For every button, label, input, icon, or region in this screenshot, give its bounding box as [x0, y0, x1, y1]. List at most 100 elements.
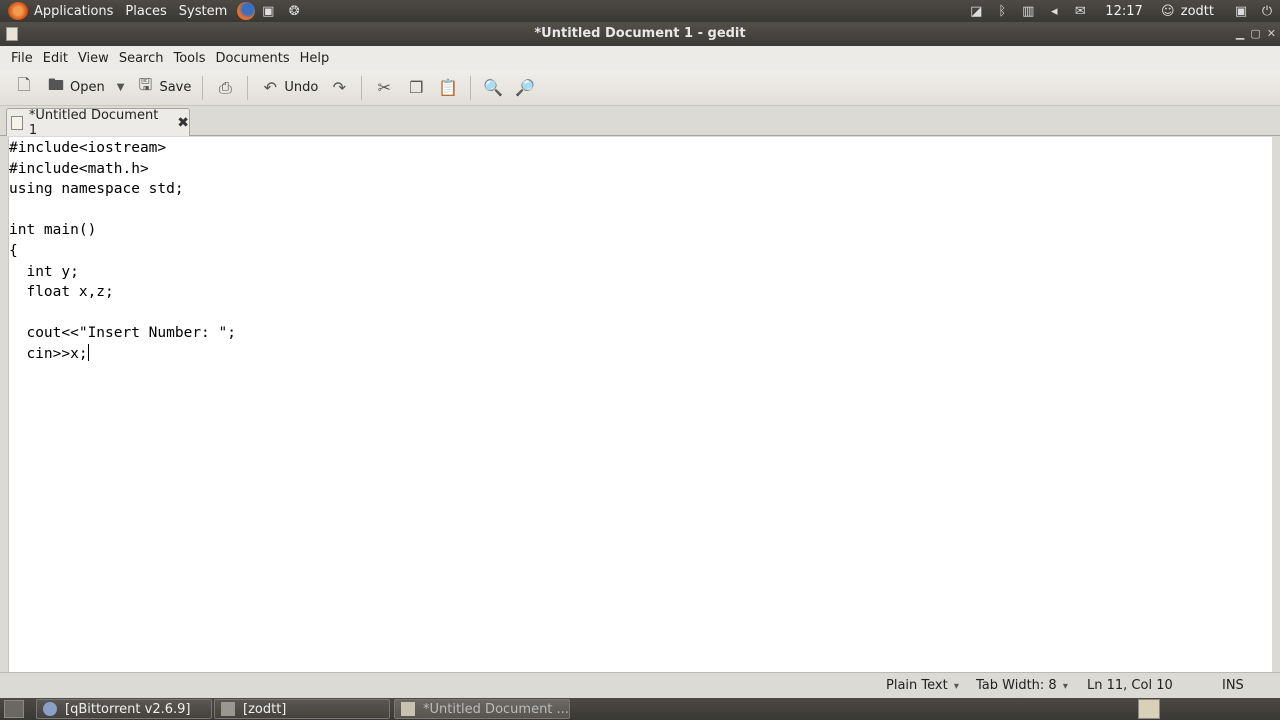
gedit-icon — [401, 702, 415, 716]
mail-icon[interactable]: ✉ — [1070, 2, 1090, 20]
notes-icon[interactable]: ◪ — [966, 2, 986, 20]
user-name[interactable]: zodtt — [1181, 4, 1214, 19]
help-icon[interactable]: ❂ — [284, 2, 304, 20]
find-replace-icon: 🔎 — [515, 78, 536, 97]
toolbar-separator — [202, 75, 204, 100]
undo-label: Undo — [284, 80, 319, 95]
search-icon: 🔍 — [483, 78, 504, 97]
code-line: cout<<"Insert Number: "; — [9, 325, 236, 342]
toolbar: 🗋 🖿 Open ▼ 🖫 Save ⎙ ↶ Undo ↷ ✂ ❐ 📋 🔍 🔎 — [0, 70, 1280, 106]
show-desktop-icon[interactable] — [4, 700, 24, 718]
code-line: float x,z; — [9, 284, 114, 301]
copy-icon: ❐ — [409, 78, 424, 97]
network-icon[interactable]: ▥ — [1018, 2, 1038, 20]
insert-mode: INS — [1222, 678, 1244, 693]
system-menu[interactable]: System — [173, 4, 233, 19]
taskbar-label: [zodtt] — [243, 701, 287, 717]
code-line: using namespace std; — [9, 181, 184, 198]
save-button[interactable]: 🖫 Save — [129, 74, 196, 102]
tab-untitled-document-1[interactable]: *Untitled Document 1 ✖ — [6, 107, 190, 138]
close-tab-icon[interactable]: ✖ — [177, 115, 189, 131]
chevron-down-icon: ▼ — [116, 82, 125, 93]
language-selector[interactable]: Plain Text ▾ — [886, 678, 959, 693]
open-folder-icon: 🖿 — [47, 75, 64, 94]
ubuntu-logo-icon[interactable] — [8, 2, 28, 20]
cursor-position: Ln 11, Col 10 — [1087, 678, 1173, 693]
mail-launcher-icon[interactable]: ▣ — [258, 2, 278, 20]
cut-icon: ✂ — [377, 78, 392, 97]
firefox-icon[interactable] — [237, 2, 256, 20]
code-line: cin>>x; — [9, 345, 88, 362]
menu-edit[interactable]: Edit — [38, 51, 73, 66]
save-icon: 🖫 — [138, 75, 153, 94]
taskbar-label: *Untitled Document ... — [423, 701, 569, 717]
bottom-panel: [qBittorrent v2.6.9] [zodtt] *Untitled D… — [0, 698, 1280, 720]
qbittorrent-icon — [43, 702, 57, 716]
workspace-switcher-icon[interactable] — [1138, 699, 1160, 719]
toolbar-separator — [361, 75, 363, 100]
places-menu[interactable]: Places — [119, 4, 172, 19]
text-cursor — [87, 343, 89, 361]
undo-icon: ↶ — [263, 78, 278, 97]
folder-icon — [221, 702, 235, 716]
tab-width-selector[interactable]: Tab Width: 8 ▾ — [976, 678, 1068, 693]
menu-documents[interactable]: Documents — [211, 51, 295, 66]
tab-label: *Untitled Document 1 — [28, 107, 159, 138]
paste-button[interactable]: 📋 — [432, 74, 464, 102]
power-icon[interactable]: ⏻ — [1257, 2, 1277, 20]
maximize-icon[interactable]: ▢ — [1250, 22, 1260, 46]
new-button[interactable]: 🗋 — [8, 74, 40, 102]
taskbar-item-zodtt[interactable]: [zodtt] — [214, 699, 390, 719]
new-document-icon: 🗋 — [17, 75, 31, 94]
minimize-icon[interactable]: ▁ — [1236, 22, 1244, 46]
print-icon: ⎙ — [218, 77, 232, 97]
redo-icon: ↷ — [332, 78, 347, 97]
menu-file[interactable]: File — [6, 51, 38, 66]
chevron-down-icon: ▾ — [953, 681, 959, 692]
statusbar: Plain Text ▾ Tab Width: 8 ▾ Ln 11, Col 1… — [0, 672, 1280, 698]
taskbar-item-gedit[interactable]: *Untitled Document ... — [394, 699, 570, 719]
print-button[interactable]: ⎙ — [209, 74, 241, 102]
taskbar-item-qbittorrent[interactable]: [qBittorrent v2.6.9] — [36, 699, 212, 719]
code-line: #include<math.h> — [9, 160, 149, 177]
session-icon[interactable]: ▣ — [1231, 2, 1251, 20]
bluetooth-icon[interactable]: ᛒ — [992, 2, 1012, 20]
menu-search[interactable]: Search — [114, 51, 169, 66]
chevron-down-icon: ▾ — [1062, 681, 1068, 692]
volume-icon[interactable]: ◂ — [1044, 2, 1064, 20]
code-line: int main() — [9, 222, 97, 239]
save-label: Save — [159, 80, 192, 95]
document-icon — [11, 115, 23, 130]
code-area[interactable]: #include<iostream> #include<math.h> using … — [9, 137, 1272, 365]
menu-view[interactable]: View — [73, 51, 114, 66]
undo-button[interactable]: ↶ Undo — [254, 74, 323, 102]
window-icon — [6, 27, 18, 41]
clock[interactable]: 12:17 — [1105, 4, 1142, 19]
window-titlebar[interactable]: *Untitled Document 1 - gedit ▁ ▢ ✕ — [0, 22, 1280, 46]
user-icon[interactable]: ☺ — [1158, 2, 1178, 20]
replace-button[interactable]: 🔎 — [509, 74, 541, 102]
menubar: File Edit View Search Tools Documents He… — [0, 46, 1280, 70]
open-button[interactable]: 🖿 Open — [40, 74, 110, 102]
system-tray: ◪ ᛒ ▥ ◂ ✉ 12:17 ☺ zodtt ▣ ⏻ — [963, 0, 1280, 22]
find-button[interactable]: 🔍 — [477, 74, 509, 102]
cut-button[interactable]: ✂ — [368, 74, 400, 102]
copy-button[interactable]: ❐ — [400, 74, 432, 102]
top-panel: Applications Places System ▣ ❂ ◪ ᛒ ▥ ◂ ✉… — [0, 0, 1280, 22]
applications-menu[interactable]: Applications — [28, 4, 119, 19]
code-line: int y; — [9, 263, 79, 280]
menu-tools[interactable]: Tools — [168, 51, 210, 66]
redo-button[interactable]: ↷ — [323, 74, 355, 102]
close-window-icon[interactable]: ✕ — [1267, 22, 1276, 46]
open-label: Open — [70, 80, 105, 95]
code-line: #include<iostream> — [9, 140, 167, 156]
toolbar-separator — [470, 75, 472, 100]
code-line: { — [9, 242, 18, 259]
tab-width-label: Tab Width: 8 — [976, 678, 1057, 693]
open-recent-dropdown[interactable]: ▼ — [110, 74, 130, 102]
language-label: Plain Text — [886, 678, 948, 693]
text-editor[interactable]: #include<iostream> #include<math.h> using … — [8, 137, 1272, 672]
menu-help[interactable]: Help — [295, 51, 335, 66]
